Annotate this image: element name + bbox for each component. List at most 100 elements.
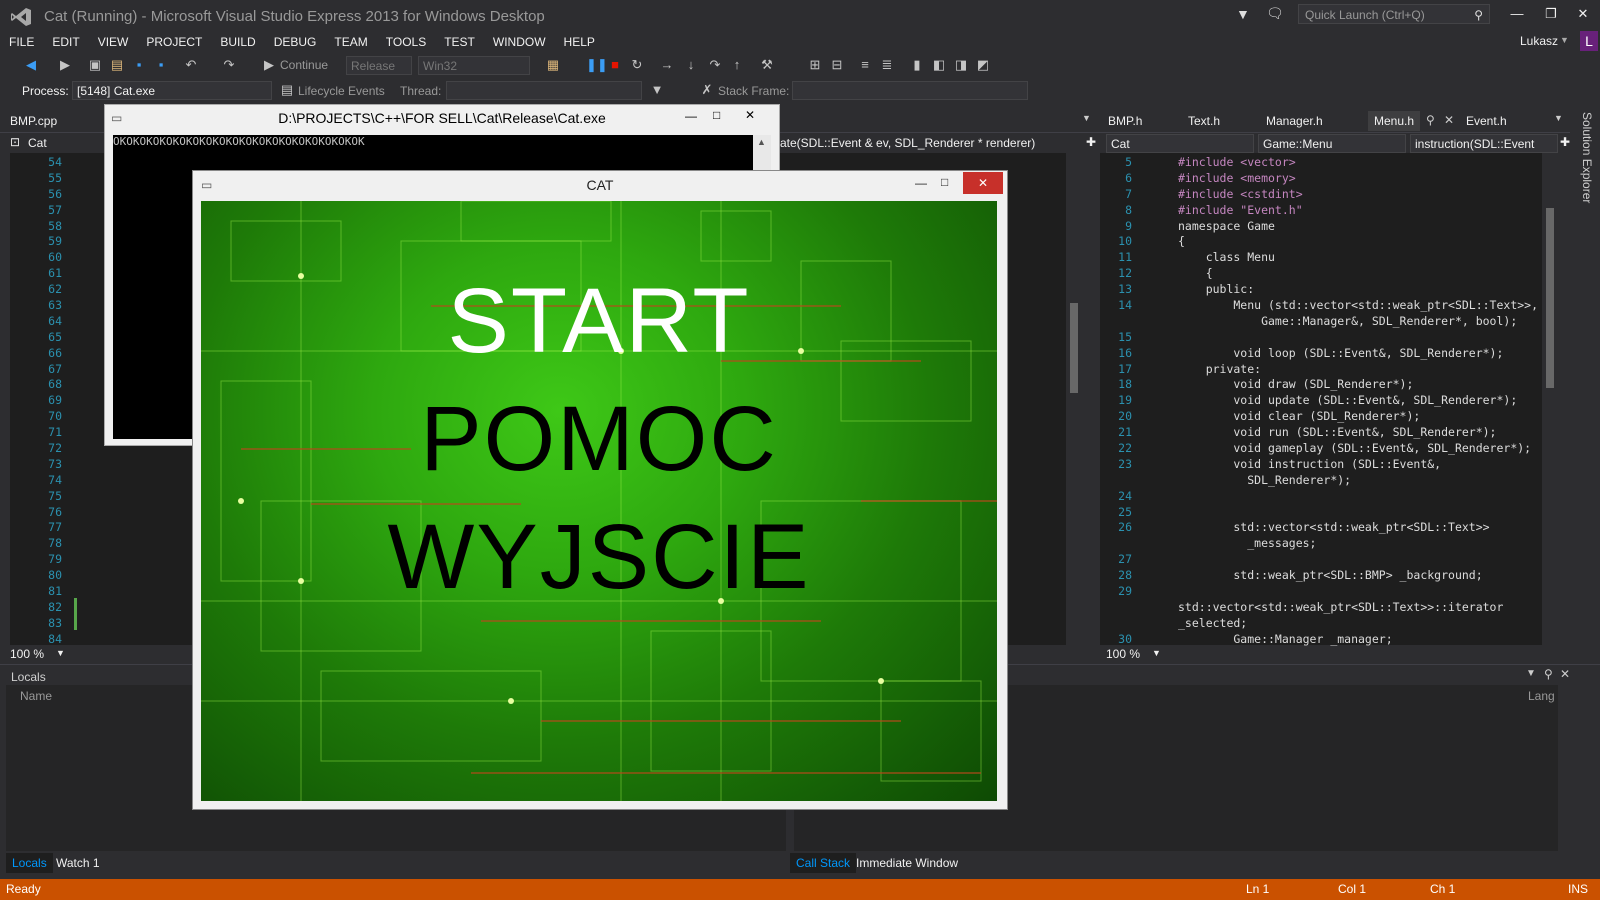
pane-close-icon[interactable]: ✕ — [1560, 667, 1570, 681]
right-vertical-scrollbar[interactable] — [1542, 153, 1558, 645]
platform-select[interactable]: Win32 — [418, 56, 530, 75]
code-line[interactable]: void loop (SDL::Event&, SDL_Renderer*); — [1178, 346, 1538, 362]
code-line[interactable]: #include <vector> — [1178, 155, 1538, 171]
code-line[interactable]: void update (SDL::Event&, SDL_Renderer*)… — [1178, 393, 1538, 409]
code-line[interactable]: { — [1178, 266, 1538, 282]
right-split-icon[interactable]: ✚ — [1560, 135, 1570, 149]
pane-dropdown-icon[interactable]: ▼ — [1526, 668, 1536, 679]
pin-tab-icon[interactable]: ⚲ — [1426, 113, 1435, 127]
tab-overflow-icon[interactable]: ▼ — [1082, 113, 1091, 123]
close-tab-icon[interactable]: ✕ — [1444, 113, 1454, 127]
code-line[interactable] — [1178, 552, 1538, 568]
console-scroll-up-icon[interactable]: ▲ — [757, 137, 766, 147]
prev-bookmark-icon[interactable]: ◧ — [932, 58, 946, 72]
tab-bmp-h[interactable]: BMP.h — [1102, 111, 1148, 131]
stop-debugging-icon[interactable]: ■ — [608, 58, 622, 72]
right-code-lines[interactable]: #include <vector> #include <memory> #inclu… — [1178, 155, 1538, 648]
code-line[interactable] — [1178, 584, 1538, 600]
tab-event-h[interactable]: Event.h — [1460, 111, 1513, 131]
thread-select[interactable] — [446, 81, 642, 100]
user-dropdown-icon[interactable]: ▼ — [1560, 35, 1569, 45]
code-line[interactable]: void instruction (SDL::Event&, — [1178, 457, 1538, 473]
code-line[interactable]: Menu (std::vector<std::weak_ptr<SDL::Tex… — [1178, 298, 1538, 314]
left-zoom-dropdown-icon[interactable]: ▼ — [56, 648, 65, 658]
lifecycle-events-button[interactable]: Lifecycle Events — [298, 84, 385, 98]
feedback-icon[interactable]: 🗨 — [1266, 5, 1284, 22]
game-canvas[interactable]: START POMOC WYJSCIE — [201, 201, 997, 801]
code-line[interactable]: void run (SDL::Event&, SDL_Renderer*); — [1178, 425, 1538, 441]
filter-threads-icon[interactable]: ▼ — [650, 83, 664, 97]
tab-watch-1[interactable]: Watch 1 — [50, 853, 106, 873]
menu-team[interactable]: TEAM — [325, 32, 376, 52]
code-line[interactable]: std::weak_ptr<SDL::BMP> _background; — [1178, 568, 1538, 584]
continue-icon[interactable]: ▶ — [262, 58, 276, 72]
forward-icon[interactable]: ▶ — [58, 58, 72, 72]
avatar[interactable]: L — [1580, 31, 1598, 51]
restore-button[interactable]: ❐ — [1536, 4, 1566, 24]
left-zoom-level[interactable]: 100 % — [10, 647, 44, 661]
process-select[interactable]: [5148] Cat.exe — [72, 81, 272, 100]
left-scroll-thumb[interactable] — [1070, 303, 1078, 393]
right-tab-overflow-icon[interactable]: ▼ — [1554, 113, 1563, 123]
code-line[interactable] — [1178, 489, 1538, 505]
back-icon[interactable]: ◀ — [24, 58, 38, 72]
game-window[interactable]: ▭ CAT — □ ✕ START POMOC WYJSCIE — [192, 170, 1008, 810]
threads-icon[interactable]: ⊞ — [808, 58, 822, 72]
tab-text-h[interactable]: Text.h — [1182, 111, 1226, 131]
bookmark-icon[interactable]: ▮ — [910, 58, 924, 72]
code-line[interactable]: _messages; — [1178, 536, 1538, 552]
left-vertical-scrollbar[interactable] — [1066, 153, 1082, 645]
menu-file[interactable]: FILE — [0, 32, 43, 52]
menu-help[interactable]: HELP — [555, 32, 604, 52]
left-nav-member[interactable]: ate(SDL::Event & ev, SDL_Renderer * rend… — [780, 136, 1035, 150]
menu-test[interactable]: TEST — [435, 32, 484, 52]
code-line[interactable] — [1178, 505, 1538, 521]
menu-debug[interactable]: DEBUG — [265, 32, 326, 52]
tab-menu-h[interactable]: Menu.h — [1368, 111, 1421, 131]
code-line[interactable]: #include <memory> — [1178, 171, 1538, 187]
right-zoom-level[interactable]: 100 % — [1106, 647, 1140, 661]
right-nav-class-select[interactable]: Game::Menu — [1258, 134, 1406, 153]
menu-project[interactable]: PROJECT — [137, 32, 211, 52]
comment-icon[interactable]: ≡ — [858, 58, 872, 72]
minimize-button[interactable]: — — [1502, 4, 1532, 24]
code-line[interactable]: std::vector<std::weak_ptr<SDL::Text>>::i… — [1178, 600, 1538, 616]
game-maximize-button[interactable]: □ — [941, 175, 948, 189]
code-line[interactable]: void clear (SDL_Renderer*); — [1178, 409, 1538, 425]
step-out-icon[interactable]: ↑ — [730, 58, 744, 72]
step-into-icon[interactable]: ↓ — [684, 58, 698, 72]
left-nav-project[interactable]: Cat — [28, 136, 47, 150]
solution-explorer-side-tab[interactable]: Solution Explorer — [1574, 112, 1594, 212]
code-line[interactable]: private: — [1178, 362, 1538, 378]
menu-start[interactable]: START — [201, 269, 997, 374]
code-line[interactable]: { — [1178, 234, 1538, 250]
lifecycle-icon[interactable]: ▤ — [280, 83, 294, 97]
configuration-select[interactable]: Release — [346, 56, 412, 75]
code-line[interactable]: public: — [1178, 282, 1538, 298]
code-line[interactable]: _selected; — [1178, 616, 1538, 632]
uncomment-icon[interactable]: ≣ — [880, 58, 894, 72]
menu-view[interactable]: VIEW — [89, 32, 138, 52]
pane-pin-icon[interactable]: ⚲ — [1544, 667, 1553, 681]
menu-pomoc[interactable]: POMOC — [201, 387, 997, 492]
code-line[interactable]: std::vector<std::weak_ptr<SDL::Text>> — [1178, 520, 1538, 536]
new-project-icon[interactable]: ▣ — [88, 58, 102, 72]
show-next-statement-icon[interactable]: → — [660, 58, 674, 72]
user-name[interactable]: Lukasz — [1520, 34, 1558, 48]
menu-tools[interactable]: TOOLS — [377, 32, 435, 52]
tab-immediate-window[interactable]: Immediate Window — [850, 853, 964, 873]
save-all-icon[interactable]: ▪ — [154, 58, 168, 72]
code-line[interactable]: void draw (SDL_Renderer*); — [1178, 377, 1538, 393]
code-line[interactable]: #include "Event.h" — [1178, 203, 1538, 219]
right-zoom-dropdown-icon[interactable]: ▼ — [1152, 648, 1161, 658]
tab-locals[interactable]: Locals — [6, 853, 53, 873]
tab-call-stack[interactable]: Call Stack — [790, 853, 857, 873]
menu-wyjscie[interactable]: WYJSCIE — [201, 505, 997, 610]
restart-icon[interactable]: ↻ — [630, 58, 644, 72]
tab-manager-h[interactable]: Manager.h — [1260, 111, 1329, 131]
menu-window[interactable]: WINDOW — [484, 32, 555, 52]
code-line[interactable]: Game::Manager&, SDL_Renderer*, bool); — [1178, 314, 1538, 330]
open-file-icon[interactable]: ▤ — [110, 58, 124, 72]
flag-icon[interactable]: ⊟ — [830, 58, 844, 72]
code-line[interactable]: SDL_Renderer*); — [1178, 473, 1538, 489]
